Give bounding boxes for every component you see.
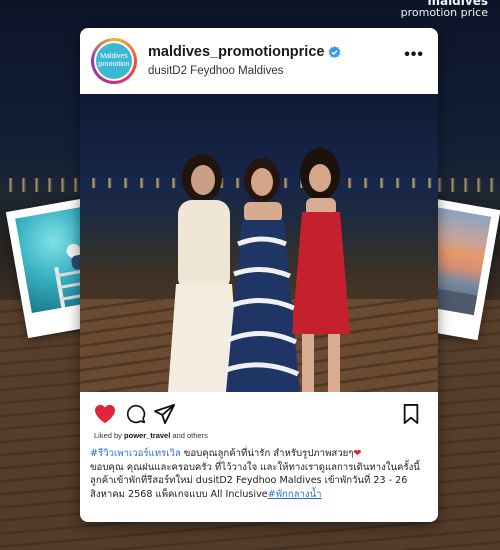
avatar-text-1: Maldives bbox=[100, 53, 128, 60]
comment-icon[interactable] bbox=[126, 404, 146, 424]
liked-user[interactable]: power_travel bbox=[124, 431, 170, 440]
bookmark-icon[interactable] bbox=[402, 404, 420, 424]
post-location[interactable]: dusitD2 Feydhoo Maldives bbox=[148, 65, 284, 77]
post-photo[interactable] bbox=[80, 94, 438, 392]
liked-suffix: and others bbox=[170, 431, 208, 440]
liked-by-text[interactable]: Liked by power_travel and others bbox=[94, 431, 208, 440]
caption-hashtag-overwater[interactable]: #พักกลางน้ำ bbox=[268, 489, 322, 500]
more-icon[interactable]: ••• bbox=[404, 46, 424, 64]
avatar-text-2: promotion bbox=[98, 61, 130, 68]
heart-icon[interactable] bbox=[94, 404, 116, 424]
avatar[interactable]: Maldives promotion bbox=[91, 38, 137, 84]
caption-text-2: ขอบคุณ คุณฝนและครอบครัว ที่ไว้วางใจ และใ… bbox=[90, 461, 420, 500]
caption-text-1: ขอบคุณลูกค้าที่น่ารัก สำหรับรูปภาพสวยๆ bbox=[180, 448, 354, 459]
share-icon[interactable] bbox=[154, 404, 176, 424]
post-header: Maldives promotion maldives_promotionpri… bbox=[80, 28, 438, 94]
username-row[interactable]: maldives_promotionprice bbox=[148, 44, 341, 60]
liked-prefix: Liked by bbox=[94, 431, 125, 440]
brand-line-2: promotion price bbox=[400, 6, 488, 19]
avatar-logo: Maldives promotion bbox=[96, 43, 132, 79]
post-caption: #รีวิวเพาเวอร์แทรเวิล ขอบคุณลูกค้าที่น่า… bbox=[90, 447, 432, 501]
verified-icon bbox=[329, 45, 341, 58]
post-actions-bar bbox=[80, 396, 438, 426]
caption-hashtag-review[interactable]: #รีวิวเพาเวอร์แทรเวิล bbox=[90, 448, 181, 459]
three-women-figure bbox=[168, 148, 350, 392]
instagram-post-card: Maldives promotion maldives_promotionpri… bbox=[80, 28, 438, 522]
brand-watermark: maldives promotion price bbox=[401, 0, 488, 18]
heart-emoji: ❤ bbox=[353, 448, 362, 459]
username[interactable]: maldives_promotionprice bbox=[148, 44, 324, 60]
